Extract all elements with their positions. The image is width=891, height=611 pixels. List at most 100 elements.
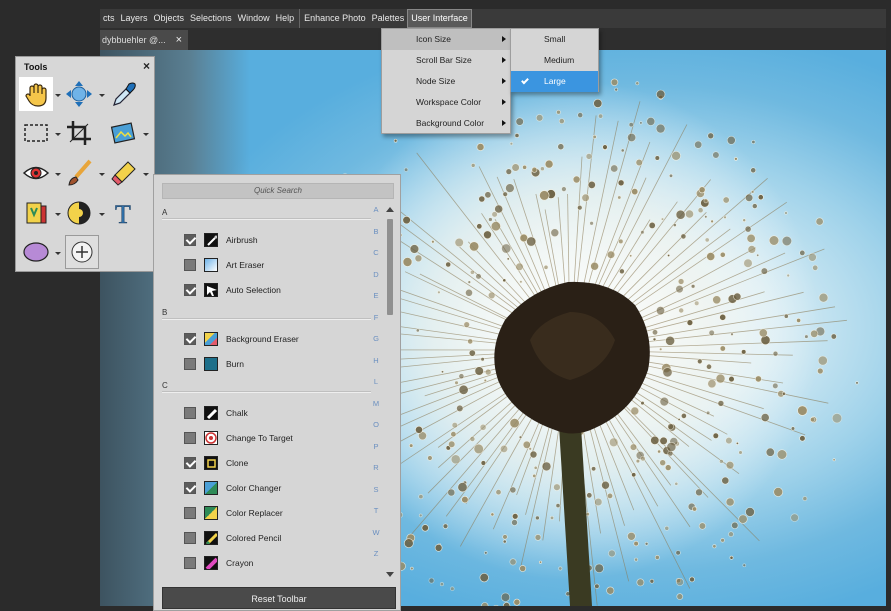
- checkbox[interactable]: [184, 407, 196, 419]
- menu-user-interface[interactable]: User Interface: [407, 9, 472, 28]
- reset-toolbar-button[interactable]: Reset Toolbar: [162, 587, 396, 609]
- checkbox[interactable]: [184, 432, 196, 444]
- alphabet-letter[interactable]: L: [370, 377, 382, 386]
- list-item[interactable]: Crayon: [184, 555, 364, 573]
- checkbox[interactable]: [184, 457, 196, 469]
- alphabet-letter[interactable]: A: [370, 205, 382, 214]
- list-item[interactable]: Chalk: [184, 405, 364, 423]
- image-adjust-icon[interactable]: [106, 116, 140, 150]
- fill-bucket-icon[interactable]: [19, 196, 53, 230]
- menu-window[interactable]: Window: [235, 9, 273, 28]
- menu-item-workspace-color[interactable]: Workspace Color: [382, 92, 510, 113]
- alphabet-letter[interactable]: O: [370, 420, 382, 429]
- scroll-down-icon[interactable]: [386, 572, 394, 577]
- chevron-down-icon[interactable]: [99, 94, 105, 97]
- dodge-tool-icon[interactable]: [62, 196, 96, 230]
- list-item[interactable]: Art Eraser: [184, 257, 364, 275]
- chevron-down-icon[interactable]: [55, 173, 61, 176]
- menu-selections[interactable]: Selections: [187, 9, 235, 28]
- water-droplet: [473, 443, 484, 455]
- move-tool-icon[interactable]: [62, 77, 96, 111]
- checkbox[interactable]: [184, 507, 196, 519]
- alphabet-letter[interactable]: P: [370, 442, 382, 451]
- chevron-down-icon[interactable]: [55, 252, 61, 255]
- menu-item-icon-size[interactable]: Icon Size: [382, 29, 510, 50]
- list-item[interactable]: Background Eraser: [184, 331, 364, 349]
- rectangle-select-icon[interactable]: [19, 116, 53, 150]
- list-item[interactable]: Clone: [184, 455, 364, 473]
- red-eye-icon[interactable]: [19, 156, 53, 190]
- menu-item-small[interactable]: Small: [511, 29, 598, 50]
- checkbox[interactable]: [184, 358, 196, 370]
- menu-enhance-photo[interactable]: Enhance Photo: [299, 9, 369, 28]
- alphabet-letter[interactable]: T: [370, 506, 382, 515]
- menu-item-background-color[interactable]: Background Color: [382, 113, 510, 134]
- checkbox[interactable]: [184, 284, 196, 296]
- checkbox[interactable]: [184, 557, 196, 569]
- menu-palettes[interactable]: Palettes: [369, 9, 408, 28]
- alphabet-letter[interactable]: F: [370, 313, 382, 322]
- close-icon[interactable]: ×: [143, 59, 150, 73]
- document-tab[interactable]: dybbuehler @... ×: [100, 30, 188, 50]
- eraser-icon[interactable]: [106, 156, 140, 190]
- eyedropper-icon[interactable]: [106, 77, 140, 111]
- checkbox[interactable]: [184, 234, 196, 246]
- water-droplet: [501, 243, 512, 254]
- menu-layers[interactable]: Layers: [118, 9, 151, 28]
- alphabet-letter[interactable]: G: [370, 334, 382, 343]
- chevron-down-icon[interactable]: [55, 133, 61, 136]
- paintbrush-icon[interactable]: [62, 156, 96, 190]
- auto-selection-icon: [204, 283, 218, 297]
- chevron-down-icon[interactable]: [99, 173, 105, 176]
- checkbox[interactable]: [184, 482, 196, 494]
- chevron-down-icon[interactable]: [55, 94, 61, 97]
- chevron-down-icon[interactable]: [143, 173, 149, 176]
- list-item[interactable]: Auto Selection: [184, 282, 364, 300]
- menu-objects[interactable]: Objects: [151, 9, 188, 28]
- water-droplet: [720, 538, 725, 543]
- alphabet-letter[interactable]: E: [370, 291, 382, 300]
- text-tool-icon[interactable]: T: [106, 196, 140, 230]
- list-item[interactable]: Colored Pencil: [184, 530, 364, 548]
- close-tab-icon[interactable]: ×: [176, 30, 182, 50]
- scroll-thumb[interactable]: [387, 219, 393, 315]
- water-droplet: [680, 233, 687, 240]
- alphabet-letter[interactable]: M: [370, 399, 382, 408]
- menu-item-node-size[interactable]: Node Size: [382, 71, 510, 92]
- water-droplet: [697, 358, 703, 365]
- menu-item-medium[interactable]: Medium: [511, 50, 598, 71]
- water-droplet: [671, 151, 681, 161]
- list-item[interactable]: Color Replacer: [184, 505, 364, 523]
- checkbox[interactable]: [184, 532, 196, 544]
- checkbox[interactable]: [184, 333, 196, 345]
- alphabet-letter[interactable]: B: [370, 227, 382, 236]
- list-item[interactable]: Burn: [184, 356, 364, 374]
- menu-help[interactable]: Help: [273, 9, 298, 28]
- list-item[interactable]: Color Changer: [184, 480, 364, 498]
- checkbox[interactable]: [184, 259, 196, 271]
- alphabet-letter[interactable]: D: [370, 270, 382, 279]
- list-item[interactable]: Airbrush: [184, 232, 364, 250]
- alphabet-letter[interactable]: Z: [370, 549, 382, 558]
- water-droplet: [750, 167, 757, 174]
- chevron-down-icon[interactable]: [99, 213, 105, 216]
- crop-icon[interactable]: [62, 116, 96, 150]
- quick-search-input[interactable]: Quick Search: [162, 183, 394, 199]
- alphabet-letter[interactable]: C: [370, 248, 382, 257]
- menu-edit-partial[interactable]: cts: [100, 9, 118, 28]
- vertical-scrollbar[interactable]: [384, 205, 396, 579]
- alphabet-letter[interactable]: H: [370, 356, 382, 365]
- alphabet-letter[interactable]: S: [370, 485, 382, 494]
- menu-item-scroll-bar-size[interactable]: Scroll Bar Size: [382, 50, 510, 71]
- list-item[interactable]: Change To Target: [184, 430, 364, 448]
- add-tool-icon[interactable]: [65, 235, 99, 269]
- alphabet-letter[interactable]: R: [370, 463, 382, 472]
- chevron-down-icon[interactable]: [143, 133, 149, 136]
- menu-item-large[interactable]: Large: [511, 71, 598, 92]
- ellipse-shape-icon[interactable]: [19, 235, 53, 269]
- alphabet-letter[interactable]: W: [370, 528, 382, 537]
- pan-tool-icon[interactable]: [19, 77, 53, 111]
- chevron-down-icon[interactable]: [55, 213, 61, 216]
- color-replacer-icon: [204, 506, 218, 520]
- scroll-up-icon[interactable]: [386, 207, 394, 212]
